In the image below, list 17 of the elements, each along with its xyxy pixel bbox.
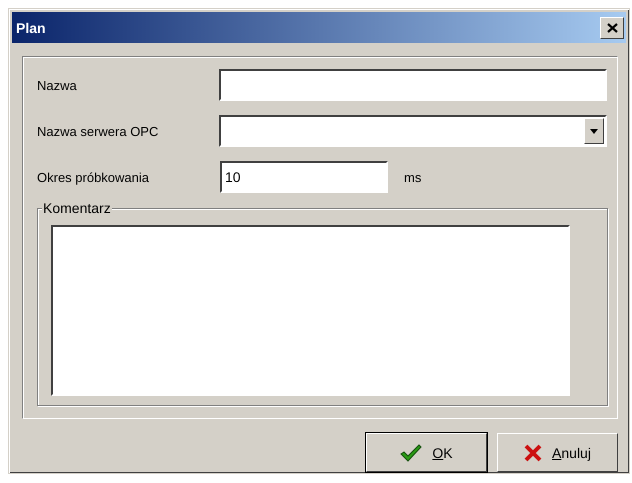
cancel-button[interactable]: Anuluj: [497, 433, 618, 472]
input-field[interactable]: [219, 69, 607, 101]
field-label: Okres próbkowania: [37, 170, 150, 184]
ok-button[interactable]: OK: [366, 433, 487, 472]
field-label: Nazwa serwera OPC: [37, 124, 160, 138]
dropdown-arrow-icon: [590, 128, 598, 134]
input-field[interactable]: 10: [220, 161, 388, 193]
field-label: Nazwa: [37, 78, 78, 92]
cross-icon: [524, 444, 542, 462]
comment-field[interactable]: [51, 225, 570, 396]
group-label: Komentarz: [42, 200, 112, 216]
checkmark-icon: [400, 444, 422, 462]
close-button[interactable]: [600, 16, 624, 38]
window-title: Plan: [16, 20, 46, 36]
server-dropdown[interactable]: [219, 115, 607, 147]
unit-label: ms: [404, 170, 422, 184]
close-icon: [606, 22, 618, 32]
